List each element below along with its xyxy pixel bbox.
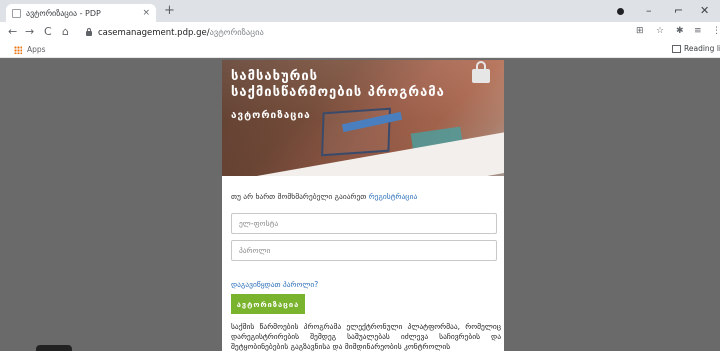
menu-icon[interactable]: ⋮ <box>712 26 720 36</box>
minimize-icon[interactable]: – <box>646 4 652 17</box>
bookmark-star-icon[interactable]: ☆ <box>656 26 664 36</box>
profile-icon[interactable]: ≡ <box>694 26 702 36</box>
lock-icon <box>86 28 92 36</box>
url-text: casemanagement.pdp.ge/ავტორიზაცია <box>98 27 264 38</box>
browser-toolbar: ← → C ⌂ casemanagement.pdp.ge/ავტორიზაცი… <box>0 22 720 43</box>
overlay-chip <box>36 345 72 351</box>
back-icon[interactable]: ← <box>8 25 17 38</box>
banner-image: სამსახურის საქმისწარმოების პროგრამა ავტო… <box>222 60 504 176</box>
password-field[interactable] <box>231 240 497 261</box>
apps-shortcut[interactable]: Apps <box>14 45 46 54</box>
translate-icon[interactable]: ⊞ <box>636 26 644 36</box>
home-icon[interactable]: ⌂ <box>62 25 69 38</box>
bookmarks-bar: Apps Reading list <box>0 43 720 58</box>
address-bar[interactable]: casemanagement.pdp.ge/ავტორიზაცია <box>86 25 616 40</box>
login-form: თუ არ ხართ მომხმარებელი გაიარეთ რეგისტრა… <box>231 192 501 351</box>
maximize-icon[interactable]: ⌐ <box>674 4 683 17</box>
apps-grid-icon <box>14 45 22 54</box>
program-description: საქმის წარმოების პროგრამა ელექტრონული პლ… <box>231 322 501 351</box>
tab-title: ავტორიზაცია - PDP <box>26 8 101 18</box>
forgot-password-link[interactable]: დაგავიწყდათ პაროლი? <box>231 280 318 289</box>
extension-icon[interactable]: ✱ <box>676 26 684 36</box>
banner-title: სამსახურის საქმისწარმოების პროგრამა <box>231 69 445 100</box>
page-favicon-icon <box>12 8 21 18</box>
banner-subtitle: ავტორიზაცია <box>231 110 311 121</box>
forward-icon[interactable]: → <box>25 25 34 38</box>
tab-close-icon[interactable]: × <box>142 8 150 18</box>
reading-list-label: Reading list <box>684 44 720 53</box>
register-link[interactable]: რეგისტრაცია <box>369 192 418 201</box>
close-window-icon[interactable]: ✕ <box>700 4 709 17</box>
browser-tab[interactable]: ავტორიზაცია - PDP × <box>6 4 156 22</box>
new-tab-icon[interactable]: + <box>164 3 175 18</box>
apps-label: Apps <box>27 45 46 54</box>
reload-icon[interactable]: C <box>44 25 52 38</box>
reading-list-icon <box>672 44 681 53</box>
profile-dot-icon[interactable] <box>617 8 624 15</box>
login-card: სამსახურის საქმისწარმოების პროგრამა ავტო… <box>222 60 504 351</box>
login-button[interactable]: ავტორიზაცია <box>231 294 305 314</box>
reading-list[interactable]: Reading list <box>672 44 720 53</box>
page-background: სამსახურის საქმისწარმოების პროგრამა ავტო… <box>0 59 720 351</box>
email-field[interactable] <box>231 213 497 234</box>
register-line: თუ არ ხართ მომხმარებელი გაიარეთ რეგისტრა… <box>231 192 418 201</box>
browser-tabstrip: ავტორიზაცია - PDP × + – ⌐ ✕ <box>0 0 720 22</box>
padlock-icon <box>472 61 490 83</box>
